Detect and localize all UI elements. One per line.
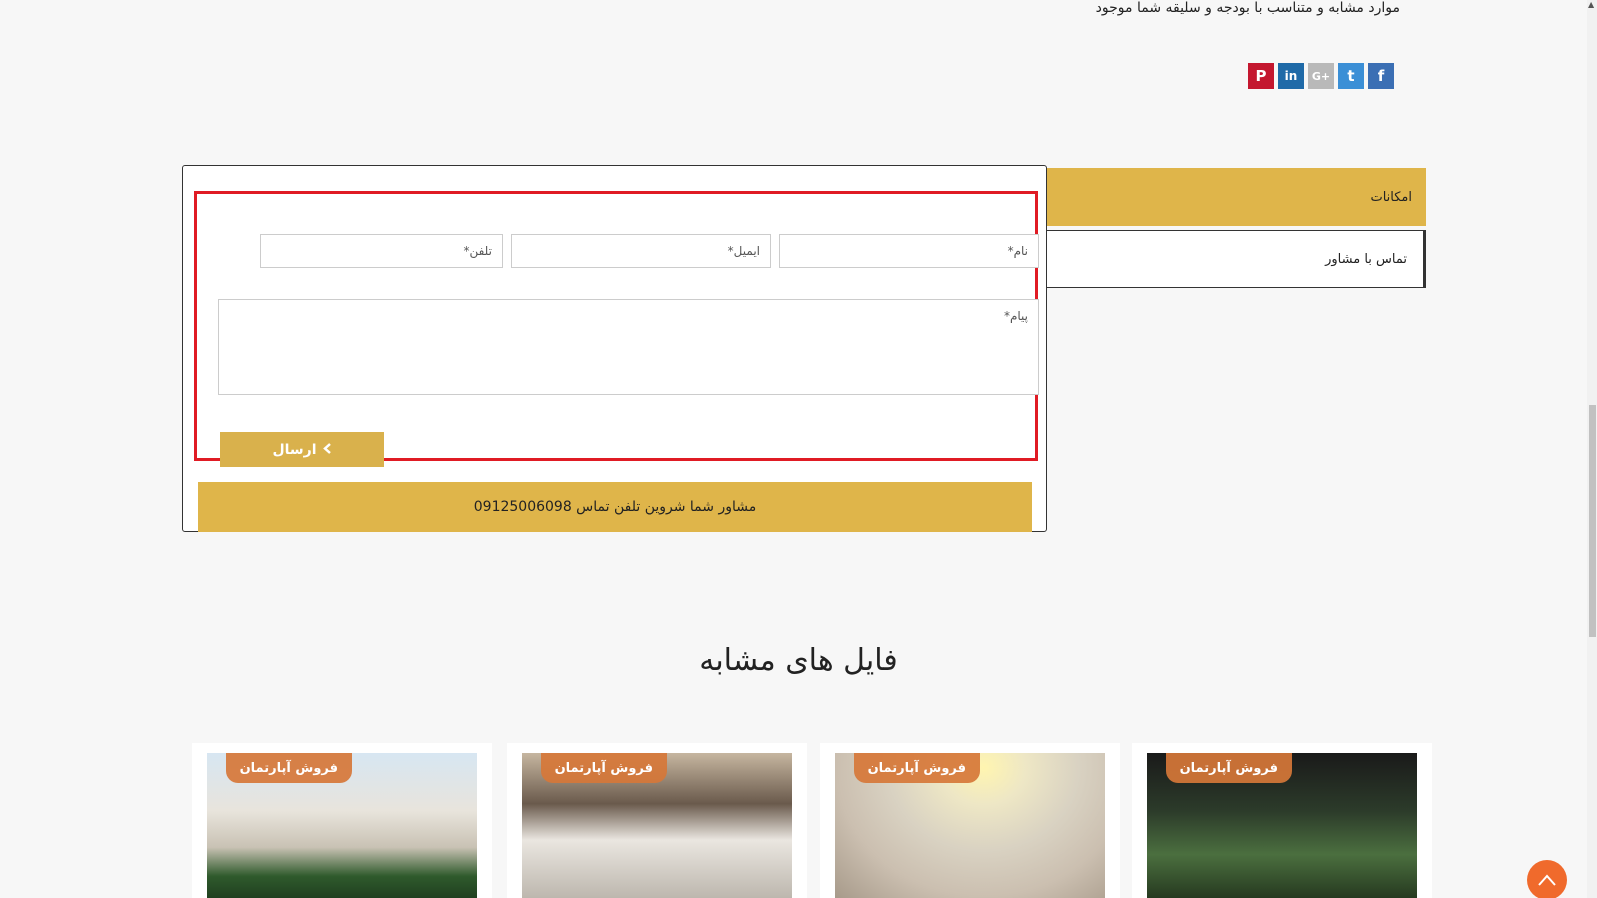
tab-contact-advisor[interactable]: تماس با مشاور: [1044, 230, 1426, 288]
listing-badge: فروش آپارتمان: [1165, 753, 1292, 783]
listing-card[interactable]: فروش آپارتمان: [192, 743, 492, 898]
listing-badge: فروش آپارتمان: [540, 753, 667, 783]
detail-tabs: امکانات تماس با مشاور: [1044, 168, 1426, 288]
listing-badge: فروش آپارتمان: [225, 753, 352, 783]
linkedin-icon[interactable]: in: [1278, 63, 1304, 89]
listing-card[interactable]: فروش آپارتمان: [1132, 743, 1432, 898]
scrollbar-thumb[interactable]: [1589, 405, 1596, 637]
listing-card[interactable]: فروش آپارتمان: [820, 743, 1120, 898]
chevron-left-icon: [322, 442, 332, 458]
pinterest-icon[interactable]: P: [1248, 63, 1274, 89]
social-share: P in G+ t f: [1248, 63, 1394, 89]
similar-files-title: فایل های مشابه: [699, 643, 898, 678]
send-button-label: ارسال: [272, 441, 317, 458]
contact-panel: نام* ایمیل* تلفن* پیام* ارسال مشاور شما …: [182, 165, 1047, 532]
tab-features[interactable]: امکانات: [1044, 168, 1426, 226]
phone-field[interactable]: تلفن*: [260, 234, 503, 268]
name-field[interactable]: نام*: [779, 234, 1039, 268]
advisor-contact-bar: مشاور شما شروین تلفن تماس 09125006098: [198, 482, 1032, 532]
scroll-to-top-button[interactable]: [1527, 860, 1567, 898]
listing-badge: فروش آپارتمان: [853, 753, 980, 783]
similar-files-list: فروش آپارتمان فروش آپارتمان فروش آپارتما…: [192, 743, 1432, 898]
email-field[interactable]: ایمیل*: [511, 234, 771, 268]
listing-card[interactable]: فروش آپارتمان: [507, 743, 807, 898]
scroll-up-arrow-icon[interactable]: ▲: [1588, 0, 1594, 9]
google-plus-icon[interactable]: G+: [1308, 63, 1334, 89]
send-button[interactable]: ارسال: [220, 432, 384, 467]
chevron-up-icon: [1538, 871, 1556, 890]
intro-text: موارد مشابه و متناسب با بودجه و سلیقه شم…: [1095, 0, 1400, 16]
contact-form: نام* ایمیل* تلفن* پیام* ارسال: [194, 191, 1039, 467]
twitter-icon[interactable]: t: [1338, 63, 1364, 89]
message-field[interactable]: پیام*: [218, 299, 1039, 395]
facebook-icon[interactable]: f: [1368, 63, 1394, 89]
page-scrollbar[interactable]: ▲: [1587, 0, 1597, 898]
